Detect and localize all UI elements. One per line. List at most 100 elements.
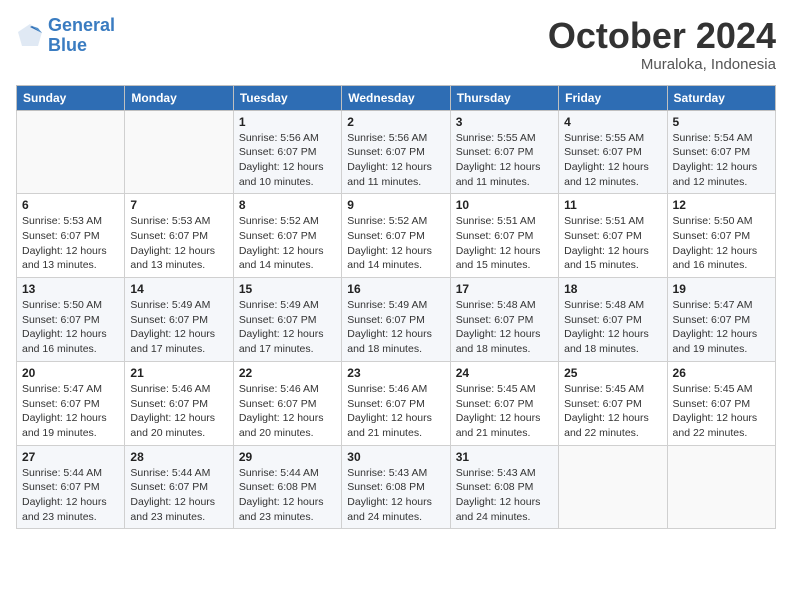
day-info: Sunrise: 5:49 AM Sunset: 6:07 PM Dayligh… (347, 298, 444, 357)
location: Muraloka, Indonesia (548, 56, 776, 73)
weekday-header: Tuesday (233, 85, 341, 110)
day-info: Sunrise: 5:43 AM Sunset: 6:08 PM Dayligh… (347, 466, 444, 525)
calendar-week-row: 20 Sunrise: 5:47 AM Sunset: 6:07 PM Dayli… (17, 361, 776, 445)
day-number: 23 (347, 366, 444, 380)
day-number: 20 (22, 366, 119, 380)
day-info: Sunrise: 5:48 AM Sunset: 6:07 PM Dayligh… (456, 298, 553, 357)
day-number: 21 (130, 366, 227, 380)
calendar-cell: 19Sunrise: 5:47 AM Sunset: 6:07 PM Dayli… (667, 278, 775, 362)
calendar-cell (667, 445, 775, 529)
calendar-cell: 17 Sunrise: 5:48 AM Sunset: 6:07 PM Dayli… (450, 278, 558, 362)
calendar-cell: 15 Sunrise: 5:49 AM Sunset: 6:07 PM Dayli… (233, 278, 341, 362)
calendar-table: SundayMondayTuesdayWednesdayThursdayFrid… (16, 85, 776, 530)
day-number: 30 (347, 450, 444, 464)
calendar-cell: 3Sunrise: 5:55 AM Sunset: 6:07 PM Daylig… (450, 110, 558, 194)
day-number: 9 (347, 198, 444, 212)
day-info: Sunrise: 5:47 AM Sunset: 6:07 PM Dayligh… (22, 382, 119, 441)
weekday-header: Monday (125, 85, 233, 110)
day-info: Sunrise: 5:51 AM Sunset: 6:07 PM Dayligh… (564, 214, 661, 273)
day-info: Sunrise: 5:56 AM Sunset: 6:07 PM Dayligh… (347, 131, 444, 190)
page-header: GeneralBlue October 2024 Muraloka, Indon… (16, 16, 776, 73)
calendar-cell: 11 Sunrise: 5:51 AM Sunset: 6:07 PM Dayli… (559, 194, 667, 278)
calendar-cell: 28 Sunrise: 5:44 AM Sunset: 6:07 PM Dayli… (125, 445, 233, 529)
day-info: Sunrise: 5:54 AM Sunset: 6:07 PM Dayligh… (673, 131, 770, 190)
calendar-cell (17, 110, 125, 194)
day-info: Sunrise: 5:52 AM Sunset: 6:07 PM Dayligh… (347, 214, 444, 273)
calendar-cell: 10Sunrise: 5:51 AM Sunset: 6:07 PM Dayli… (450, 194, 558, 278)
calendar-cell (559, 445, 667, 529)
calendar-header-row: SundayMondayTuesdayWednesdayThursdayFrid… (17, 85, 776, 110)
day-info: Sunrise: 5:50 AM Sunset: 6:07 PM Dayligh… (673, 214, 770, 273)
day-number: 12 (673, 198, 770, 212)
day-info: Sunrise: 5:44 AM Sunset: 6:08 PM Dayligh… (239, 466, 336, 525)
day-info: Sunrise: 5:53 AM Sunset: 6:07 PM Dayligh… (130, 214, 227, 273)
day-info: Sunrise: 5:55 AM Sunset: 6:07 PM Dayligh… (456, 131, 553, 190)
calendar-cell: 25Sunrise: 5:45 AM Sunset: 6:07 PM Dayli… (559, 361, 667, 445)
day-info: Sunrise: 5:48 AM Sunset: 6:07 PM Dayligh… (564, 298, 661, 357)
day-info: Sunrise: 5:44 AM Sunset: 6:07 PM Dayligh… (22, 466, 119, 525)
calendar-week-row: 1Sunrise: 5:56 AM Sunset: 6:07 PM Daylig… (17, 110, 776, 194)
calendar-cell: 12 Sunrise: 5:50 AM Sunset: 6:07 PM Dayli… (667, 194, 775, 278)
day-info: Sunrise: 5:46 AM Sunset: 6:07 PM Dayligh… (239, 382, 336, 441)
day-number: 11 (564, 198, 661, 212)
day-number: 28 (130, 450, 227, 464)
calendar-week-row: 13 Sunrise: 5:50 AM Sunset: 6:07 PM Dayli… (17, 278, 776, 362)
day-number: 18 (564, 282, 661, 296)
day-number: 13 (22, 282, 119, 296)
calendar-cell: 23 Sunrise: 5:46 AM Sunset: 6:07 PM Dayli… (342, 361, 450, 445)
calendar-cell: 30 Sunrise: 5:43 AM Sunset: 6:08 PM Dayli… (342, 445, 450, 529)
day-number: 2 (347, 115, 444, 129)
calendar-cell: 24 Sunrise: 5:45 AM Sunset: 6:07 PM Dayli… (450, 361, 558, 445)
day-number: 24 (456, 366, 553, 380)
calendar-cell: 26 Sunrise: 5:45 AM Sunset: 6:07 PM Dayli… (667, 361, 775, 445)
day-info: Sunrise: 5:45 AM Sunset: 6:07 PM Dayligh… (564, 382, 661, 441)
weekday-header: Thursday (450, 85, 558, 110)
calendar-cell: 22Sunrise: 5:46 AM Sunset: 6:07 PM Dayli… (233, 361, 341, 445)
day-number: 17 (456, 282, 553, 296)
weekday-header: Sunday (17, 85, 125, 110)
calendar-cell: 31 Sunrise: 5:43 AM Sunset: 6:08 PM Dayli… (450, 445, 558, 529)
day-number: 4 (564, 115, 661, 129)
day-number: 15 (239, 282, 336, 296)
day-info: Sunrise: 5:45 AM Sunset: 6:07 PM Dayligh… (456, 382, 553, 441)
day-info: Sunrise: 5:46 AM Sunset: 6:07 PM Dayligh… (347, 382, 444, 441)
day-number: 29 (239, 450, 336, 464)
title-block: October 2024 Muraloka, Indonesia (548, 16, 776, 73)
month-title: October 2024 (548, 16, 776, 56)
day-number: 14 (130, 282, 227, 296)
calendar-week-row: 6Sunrise: 5:53 AM Sunset: 6:07 PM Daylig… (17, 194, 776, 278)
calendar-cell: 29 Sunrise: 5:44 AM Sunset: 6:08 PM Dayli… (233, 445, 341, 529)
day-info: Sunrise: 5:46 AM Sunset: 6:07 PM Dayligh… (130, 382, 227, 441)
day-info: Sunrise: 5:45 AM Sunset: 6:07 PM Dayligh… (673, 382, 770, 441)
calendar-cell: 5 Sunrise: 5:54 AM Sunset: 6:07 PM Daylig… (667, 110, 775, 194)
day-info: Sunrise: 5:51 AM Sunset: 6:07 PM Dayligh… (456, 214, 553, 273)
calendar-cell (125, 110, 233, 194)
day-number: 8 (239, 198, 336, 212)
day-info: Sunrise: 5:44 AM Sunset: 6:07 PM Dayligh… (130, 466, 227, 525)
weekday-header: Friday (559, 85, 667, 110)
day-number: 19 (673, 282, 770, 296)
calendar-cell: 8 Sunrise: 5:52 AM Sunset: 6:07 PM Daylig… (233, 194, 341, 278)
day-number: 7 (130, 198, 227, 212)
calendar-cell: 20 Sunrise: 5:47 AM Sunset: 6:07 PM Dayli… (17, 361, 125, 445)
day-info: Sunrise: 5:49 AM Sunset: 6:07 PM Dayligh… (130, 298, 227, 357)
day-info: Sunrise: 5:50 AM Sunset: 6:07 PM Dayligh… (22, 298, 119, 357)
calendar-cell: 2 Sunrise: 5:56 AM Sunset: 6:07 PM Daylig… (342, 110, 450, 194)
day-info: Sunrise: 5:43 AM Sunset: 6:08 PM Dayligh… (456, 466, 553, 525)
day-info: Sunrise: 5:49 AM Sunset: 6:07 PM Dayligh… (239, 298, 336, 357)
logo-text: GeneralBlue (48, 16, 115, 56)
calendar-cell: 9 Sunrise: 5:52 AM Sunset: 6:07 PM Daylig… (342, 194, 450, 278)
calendar-cell: 14 Sunrise: 5:49 AM Sunset: 6:07 PM Dayli… (125, 278, 233, 362)
day-number: 5 (673, 115, 770, 129)
day-info: Sunrise: 5:52 AM Sunset: 6:07 PM Dayligh… (239, 214, 336, 273)
calendar-cell: 27 Sunrise: 5:44 AM Sunset: 6:07 PM Dayli… (17, 445, 125, 529)
weekday-header: Wednesday (342, 85, 450, 110)
day-info: Sunrise: 5:55 AM Sunset: 6:07 PM Dayligh… (564, 131, 661, 190)
day-number: 27 (22, 450, 119, 464)
day-number: 31 (456, 450, 553, 464)
calendar-cell: 21 Sunrise: 5:46 AM Sunset: 6:07 PM Dayli… (125, 361, 233, 445)
logo-icon (16, 22, 44, 50)
day-number: 26 (673, 366, 770, 380)
weekday-header: Saturday (667, 85, 775, 110)
day-info: Sunrise: 5:53 AM Sunset: 6:07 PM Dayligh… (22, 214, 119, 273)
